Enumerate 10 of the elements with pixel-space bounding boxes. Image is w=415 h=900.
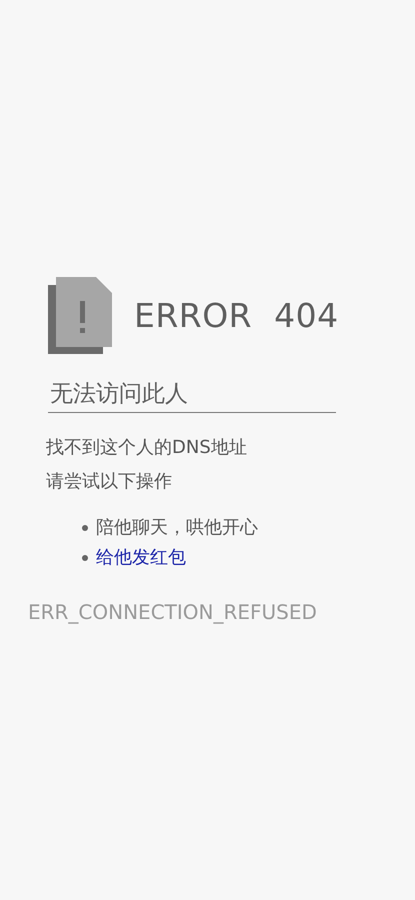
heading: 无法访问此人 (48, 380, 336, 413)
suggestion-link[interactable]: 给他发红包 (96, 542, 186, 573)
message-text: 找不到这个人的DNS地址 (45, 436, 248, 460)
bullet-icon (82, 524, 88, 531)
bullet-icon (82, 554, 88, 561)
suggestion-text: 陪他聊天，哄他开心 (96, 516, 258, 540)
error-title: ERROR 404 (134, 294, 339, 337)
document-warning-icon (48, 277, 112, 354)
message-text: 请尝试以下操作 (45, 470, 173, 494)
error-code: ERR_CONNECTION_REFUSED (27, 598, 318, 626)
